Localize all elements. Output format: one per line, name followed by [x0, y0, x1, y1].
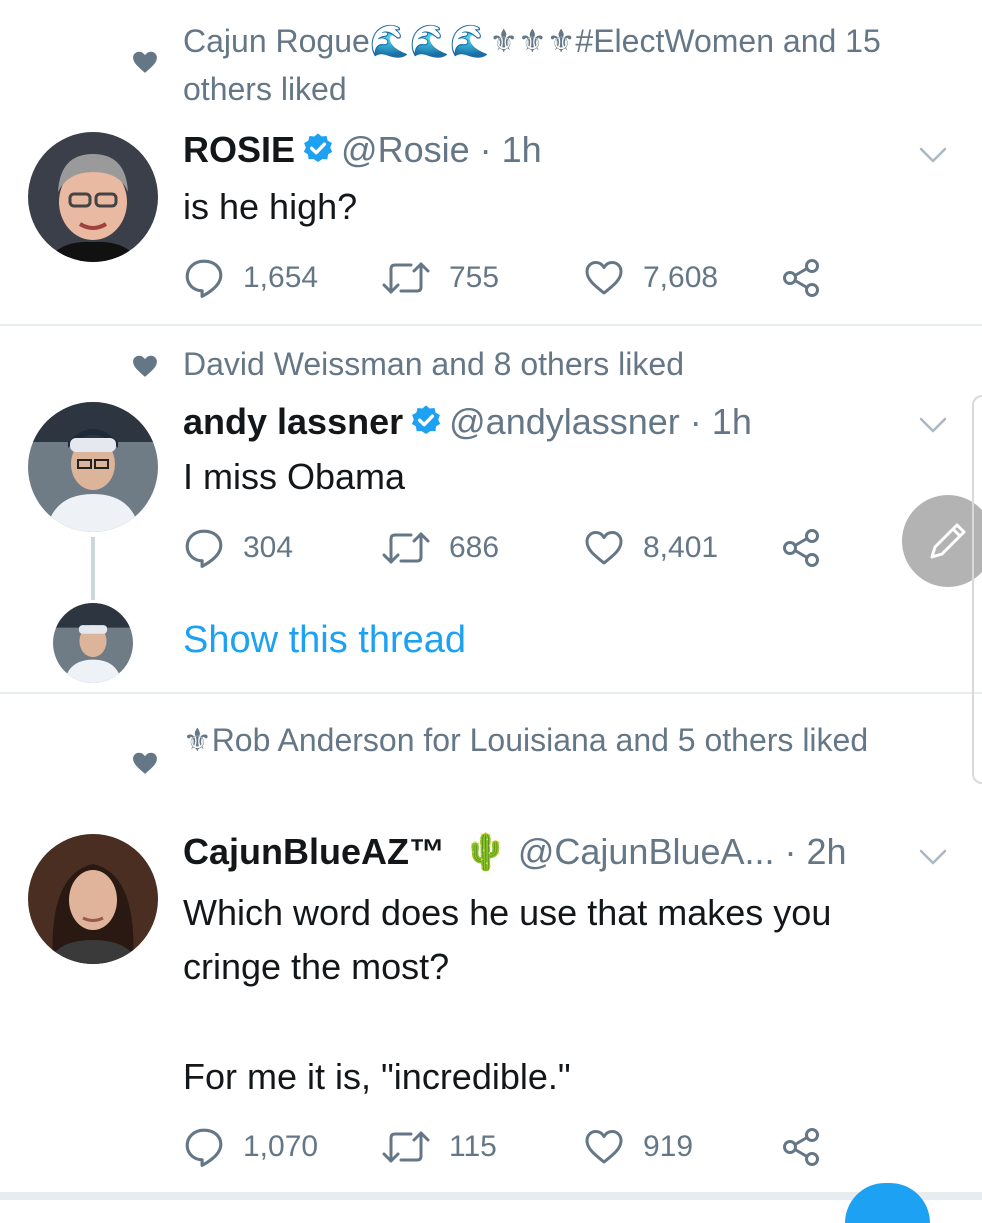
chevron-down-icon[interactable]	[918, 415, 948, 435]
reply-count: 1,070	[243, 1130, 319, 1163]
like-count: 7,608	[643, 261, 719, 294]
thread-avatar[interactable]	[53, 603, 133, 683]
reply-button[interactable]: 304	[183, 523, 293, 573]
tweet-actions: 1,070 115 919	[183, 1122, 843, 1172]
reply-button[interactable]: 1,070	[183, 1122, 318, 1172]
thread-connector	[91, 537, 95, 600]
like-icon	[583, 1127, 625, 1167]
tweet-text: is he high?	[183, 186, 358, 227]
verified-icon	[301, 132, 335, 166]
reply-button[interactable]: 1,654	[183, 253, 318, 303]
tweet-header: CajunBlueAZ™ 🌵 @CajunBlueA... · 2h	[183, 830, 847, 874]
compose-button[interactable]	[902, 495, 982, 587]
tweet[interactable]: Cajun Rogue🌊🌊🌊⚜⚜⚜#ElectWomen and 15 othe…	[0, 0, 982, 325]
tweet-time[interactable]: 2h	[807, 831, 847, 872]
separator-dot: ·	[774, 831, 807, 872]
social-context: ⚜Rob Anderson for Louisiana and 5 others…	[183, 722, 869, 758]
scrollbar[interactable]	[972, 395, 982, 784]
tweet-text-line: cringe the most?	[183, 946, 450, 987]
tweet[interactable]: David Weissman and 8 others liked andy l…	[0, 326, 982, 692]
like-count: 919	[643, 1130, 694, 1163]
tweet-text: I miss Obama	[183, 456, 406, 497]
like-button[interactable]: 8,401	[583, 523, 718, 573]
tweet-text-line: Which word does he use that makes you	[183, 892, 832, 933]
avatar[interactable]	[28, 402, 158, 532]
retweet-button[interactable]: 115	[381, 1122, 497, 1172]
retweet-count: 755	[449, 261, 500, 294]
retweet-count: 115	[449, 1130, 497, 1163]
retweet-icon	[381, 528, 431, 568]
cactus-icon: 🌵	[463, 831, 508, 872]
compose-icon	[930, 523, 966, 559]
separator-dot: ·	[469, 129, 502, 170]
share-icon	[780, 1127, 822, 1167]
tweet-time[interactable]: 1h	[712, 401, 752, 442]
reply-icon	[183, 527, 225, 569]
reply-icon	[183, 1126, 225, 1168]
show-thread-link[interactable]: Show this thread	[183, 615, 466, 665]
like-icon	[583, 258, 625, 298]
avatar[interactable]	[28, 834, 158, 964]
tweet-header: ROSIE @Rosie · 1h	[183, 128, 542, 172]
reply-icon	[183, 257, 225, 299]
verified-icon	[409, 404, 443, 438]
heart-icon	[132, 751, 158, 775]
like-button[interactable]: 919	[583, 1122, 693, 1172]
share-button[interactable]	[780, 1122, 840, 1172]
tweet-text-line: For me it is, "incredible."	[183, 1056, 571, 1097]
author-name[interactable]: ROSIE	[183, 129, 295, 170]
share-icon	[780, 258, 822, 298]
chevron-down-icon[interactable]	[918, 847, 948, 867]
retweet-button[interactable]: 686	[381, 523, 499, 573]
like-count: 8,401	[643, 531, 719, 564]
tweet-actions: 304 686 8,401	[183, 523, 843, 573]
avatar[interactable]	[28, 132, 158, 262]
separator-dot: ·	[679, 401, 712, 442]
reply-count: 1,654	[243, 261, 319, 294]
author-handle[interactable]: @CajunBlueA...	[518, 831, 775, 872]
share-icon	[780, 528, 822, 568]
author-name[interactable]: CajunBlueAZ™	[183, 831, 445, 872]
retweet-icon	[381, 1127, 431, 1167]
reply-count: 304	[243, 531, 294, 564]
share-button[interactable]	[780, 523, 840, 573]
share-button[interactable]	[780, 253, 840, 303]
retweet-count: 686	[449, 531, 500, 564]
chevron-down-icon[interactable]	[918, 145, 948, 165]
tweet[interactable]: ⚜Rob Anderson for Louisiana and 5 others…	[0, 694, 982, 1192]
social-context: Cajun Rogue🌊🌊🌊⚜⚜⚜#ElectWomen and 15 othe…	[183, 23, 881, 107]
heart-icon	[132, 354, 158, 378]
like-icon	[583, 528, 625, 568]
social-context: David Weissman and 8 others liked	[183, 346, 684, 382]
tweet-time[interactable]: 1h	[502, 129, 542, 170]
heart-icon	[132, 50, 158, 74]
retweet-icon	[381, 258, 431, 298]
like-button[interactable]: 7,608	[583, 253, 718, 303]
retweet-button[interactable]: 755	[381, 253, 499, 303]
tweet-header: andy lassner @andylassner · 1h	[183, 400, 752, 444]
author-handle[interactable]: @Rosie	[341, 129, 470, 170]
tweet-actions: 1,654 755 7,608	[183, 253, 843, 303]
bottom-divider	[0, 1192, 982, 1200]
author-name[interactable]: andy lassner	[183, 401, 403, 442]
author-handle[interactable]: @andylassner	[449, 401, 680, 442]
